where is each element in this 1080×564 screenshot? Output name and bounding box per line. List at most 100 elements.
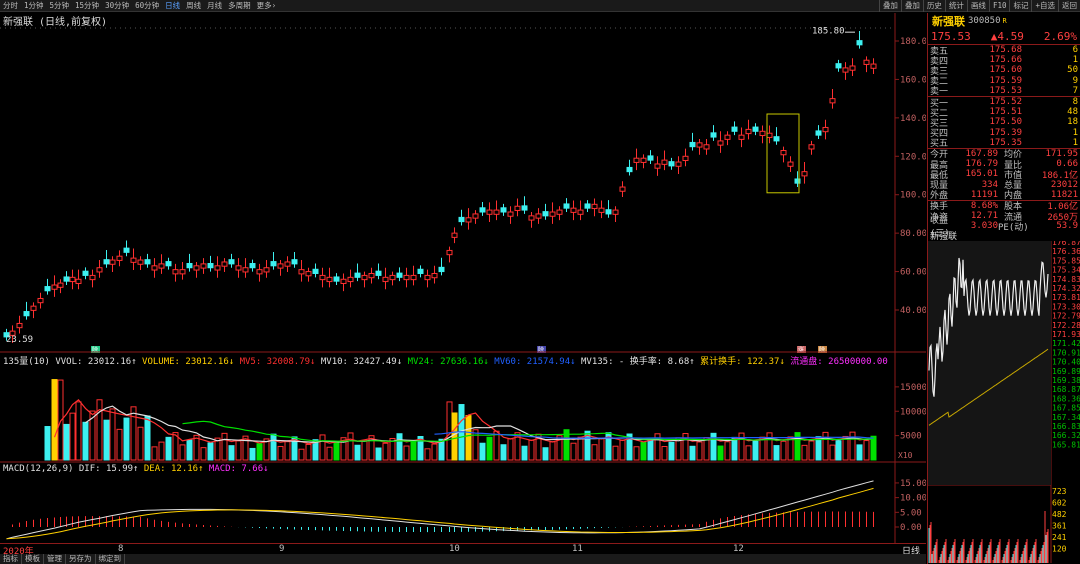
- stat-value: 165.01: [965, 169, 998, 180]
- volume-bar: [863, 440, 870, 461]
- candle-body: [75, 278, 82, 284]
- volume-bar: [298, 448, 305, 461]
- candle-body: [849, 65, 856, 71]
- intraday-price-tick: 170.91: [1052, 348, 1080, 357]
- volume-bar: [130, 406, 137, 461]
- f10-button[interactable]: F10: [988, 0, 1010, 12]
- volume-bar: [375, 447, 382, 461]
- volume-bar: [235, 440, 242, 461]
- mark-button[interactable]: 标记: [1009, 0, 1031, 12]
- volume-bar: [277, 445, 284, 461]
- volume-bar: [661, 446, 668, 461]
- candle-body: [780, 150, 787, 156]
- candle-body: [710, 132, 717, 138]
- macd-stat-0: MACD(12,26,9) DIF: 15.99↑: [3, 464, 144, 474]
- macd-stat-1: DEA: 12.16↑: [143, 464, 209, 474]
- add-watchlist-button[interactable]: +自选: [1031, 0, 1058, 12]
- macd-stat-2: MACD: 7.66↓: [208, 464, 269, 474]
- candle-body: [675, 161, 682, 167]
- candle-body: [103, 259, 110, 265]
- candle-body: [731, 126, 738, 132]
- volume-bar: [228, 445, 235, 461]
- volume-bar: [151, 446, 158, 461]
- candle-body: [465, 217, 472, 223]
- candle-body: [500, 207, 507, 213]
- volume-bar: [82, 421, 89, 461]
- tab-manage[interactable]: 管理: [44, 554, 66, 564]
- volume-bar: [465, 415, 472, 461]
- volume-bar: [479, 442, 486, 461]
- candle-body: [446, 249, 453, 256]
- volume-bar: [410, 440, 417, 461]
- volume-bar: [493, 430, 500, 461]
- volume-bar: [446, 401, 453, 461]
- stats-block-1: 今开 167.89 均价 171.95 最高 176.79 量比 0.66 最低 165.01 市值…: [928, 149, 1080, 201]
- tab-save-as[interactable]: 另存为: [66, 554, 96, 564]
- candle-body: [829, 98, 836, 104]
- volume-bar: [396, 433, 403, 461]
- intraday-price-tick: 172.28: [1052, 321, 1080, 330]
- price-tick-label: 80.00: [900, 229, 926, 239]
- buys-price: 175.50: [989, 117, 1022, 128]
- sells-price: 175.68: [989, 45, 1022, 56]
- intraday-volume-tick: 120: [1052, 545, 1067, 554]
- draw-line-button[interactable]: 画线: [966, 0, 989, 12]
- sells-price: 175.53: [989, 85, 1022, 96]
- candle-body: [745, 128, 752, 135]
- price-tick-label: 120.00: [900, 152, 926, 162]
- volume-ma10-line: [85, 405, 874, 444]
- volume-bar: [633, 446, 640, 461]
- volume-stat-2: MV10: 32427.49↓: [315, 357, 403, 367]
- back-button[interactable]: 返回: [1058, 0, 1080, 12]
- volume-stat-6: 换手率: 8.68↑: [624, 357, 695, 367]
- history-button[interactable]: 历史: [922, 0, 945, 12]
- intraday-price-tick: 175.34: [1052, 266, 1080, 275]
- stock-app: 分时 1分钟 5分钟 15分钟 30分钟 60分钟 日线 周线 月线 多周期 更…: [0, 0, 1080, 564]
- month-aug: 8: [118, 544, 124, 554]
- candle-body: [165, 261, 172, 267]
- stats-button[interactable]: 统计: [944, 0, 967, 12]
- volume-stat-3: MV24: 27636.16↓: [402, 357, 489, 367]
- quote-panel: 新强联 300850 R 175.53 ▲4.59 2.69% 卖五 175.68…: [927, 13, 1080, 564]
- volume-bar: [75, 401, 82, 461]
- tab-indicator[interactable]: 指标: [0, 554, 22, 564]
- candle-body: [340, 278, 347, 284]
- volume-bar: [787, 436, 794, 461]
- volume-bar: [96, 399, 103, 461]
- kline-chart[interactable]: 185.80 23.59 除 除 涨 除 180.00 160.00 140.00 120.00…: [0, 0, 926, 543]
- candle-body: [82, 270, 89, 276]
- volume-bar: [835, 440, 842, 461]
- intraday-volume-tick: 482: [1052, 510, 1067, 519]
- stock-name: 新强联: [932, 16, 965, 28]
- intraday-volume-tick: 361: [1052, 522, 1067, 531]
- candle-body: [96, 267, 103, 273]
- volume-bar: [472, 429, 479, 461]
- volume-stat-7: 累计换手: 122.37↓: [694, 357, 785, 367]
- stat-value-2: 171.95: [1045, 148, 1078, 159]
- volume-bar: [773, 445, 780, 461]
- tab-template[interactable]: 模板: [22, 554, 44, 564]
- tab-bind[interactable]: 绑定到: [96, 554, 125, 564]
- candle-body: [347, 276, 354, 283]
- candle-body: [640, 157, 647, 163]
- candle-body: [682, 155, 689, 162]
- chart-title: 新强联 (日线,前复权): [3, 17, 108, 28]
- volume-bar: [759, 436, 766, 461]
- candle-body: [451, 232, 458, 238]
- candle-body: [214, 265, 221, 271]
- month-nov: 11: [572, 544, 583, 554]
- candle-body: [472, 213, 479, 219]
- volume-bar: [521, 445, 528, 461]
- bid-book: 买一 175.52 8 买二 175.51 48 买三 175.50 18 买四 175.39 1 买五…: [928, 97, 1080, 149]
- candle-body: [410, 274, 417, 281]
- candle-body: [291, 259, 298, 265]
- candle-body: [123, 247, 130, 253]
- volume-bar: [612, 445, 619, 461]
- volume-bar: [354, 444, 361, 461]
- candle-body: [584, 203, 591, 209]
- candle-body: [403, 274, 410, 281]
- intraday-price-tick: 175.85: [1052, 256, 1080, 265]
- intraday-price-tick: 167.34: [1052, 413, 1080, 422]
- sells-volume: 9: [1072, 75, 1078, 86]
- intraday-chart[interactable]: 176.87176.36175.85175.34174.83174.32173.…: [928, 241, 1080, 563]
